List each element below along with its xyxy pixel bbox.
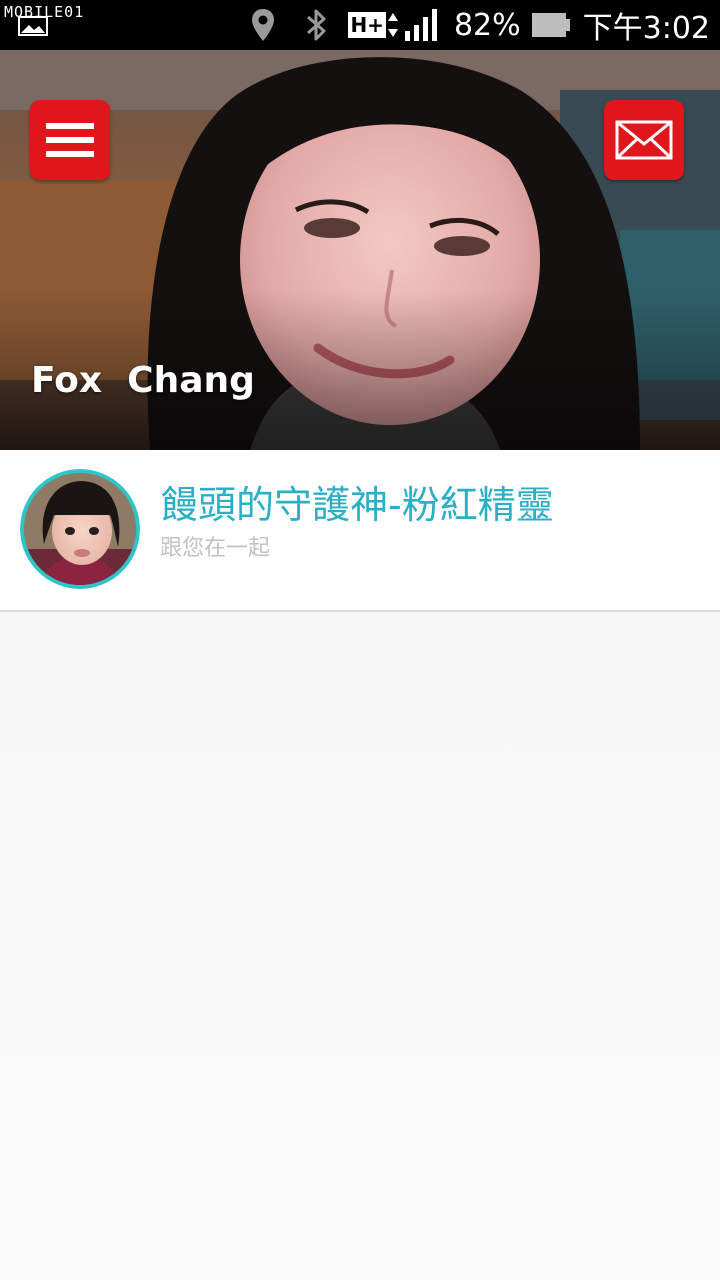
app-screen: MOBILE01 H+ 82% 下午3:02 Fox Chang 饅頭的守護神-… (0, 0, 720, 1280)
envelope-icon (615, 120, 673, 160)
menu-button[interactable] (30, 100, 110, 180)
notification-picture-icon (18, 16, 48, 36)
data-arrows-icon (387, 13, 398, 37)
avatar[interactable] (20, 469, 140, 589)
hamburger-menu-icon (46, 123, 94, 157)
battery-percent: 82% (453, 7, 521, 43)
cover-photo: Fox Chang (0, 50, 720, 450)
signal-icon (404, 9, 437, 41)
content-area (0, 612, 720, 1280)
network-type-label: H+ (348, 12, 386, 38)
location-icon (252, 9, 275, 41)
status-bar: MOBILE01 H+ 82% 下午3:02 (0, 0, 720, 50)
status-icons: H+ 82% 下午3:02 (250, 0, 710, 50)
bluetooth-icon (307, 9, 326, 41)
network-hplus-icon: H+ (348, 11, 400, 39)
profile-subtitle: 跟您在一起 (160, 536, 271, 561)
avatar-image (20, 469, 140, 589)
mail-button[interactable] (604, 100, 684, 180)
profile-list-item[interactable]: 饅頭的守護神-粉紅精靈 跟您在一起 (0, 450, 720, 612)
profile-title: 饅頭的守護神-粉紅精靈 (160, 483, 554, 527)
user-name: Fox Chang (31, 360, 255, 401)
clock: 下午3:02 (582, 11, 710, 46)
battery-icon (531, 13, 570, 37)
